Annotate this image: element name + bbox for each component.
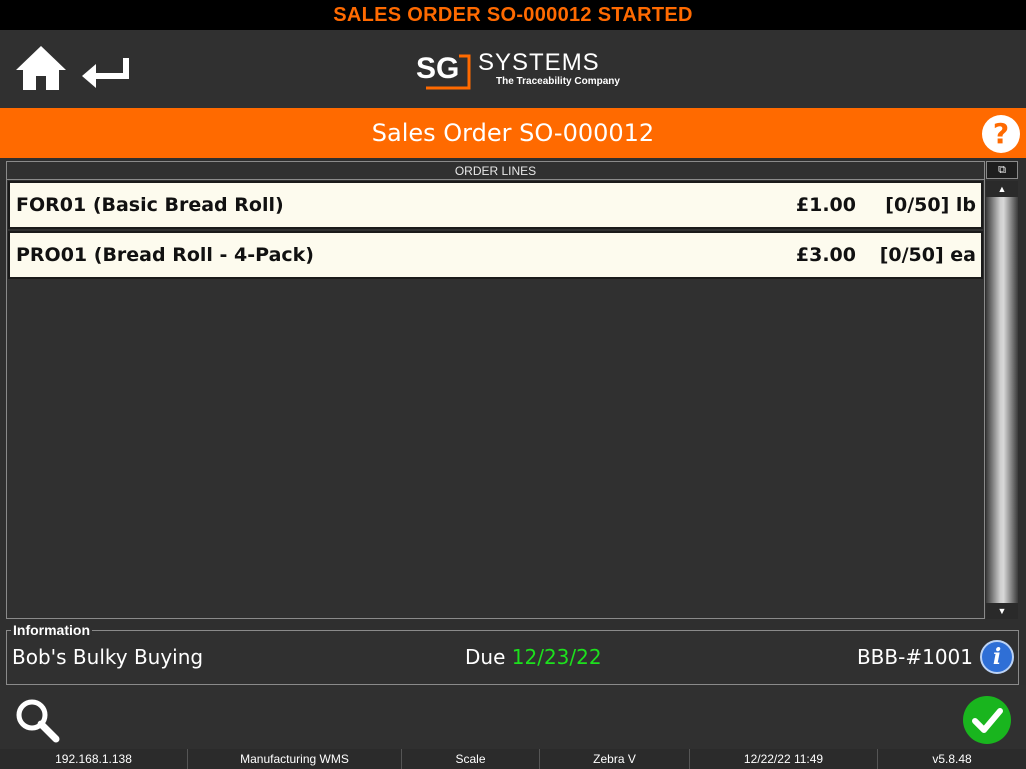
- corner-menu-icon: ⧉: [998, 164, 1006, 176]
- order-reference: BBB-#1001: [856, 645, 973, 669]
- scroll-up-button[interactable]: ▲: [986, 181, 1018, 197]
- title-bar: Sales Order SO-000012: [0, 108, 1026, 158]
- checkmark-icon: [972, 708, 1003, 733]
- logo-name: SYSTEMS: [478, 49, 600, 76]
- footer-printer: Zebra V: [540, 749, 690, 769]
- order-line-qty: [0/50] lb: [885, 194, 976, 216]
- search-icon: [16, 699, 60, 743]
- home-button[interactable]: [14, 44, 68, 92]
- company-logo: SG SYSTEMS The Traceability Company: [414, 46, 624, 94]
- scroll-up-icon: ▲: [997, 184, 1007, 194]
- back-button[interactable]: [80, 52, 132, 92]
- scroll-down-icon: ▼: [997, 606, 1007, 616]
- order-line-item[interactable]: PRO01 (Bread Roll - 4-Pack) £3.00 [0/50]…: [8, 231, 983, 279]
- header-bar: SG SYSTEMS The Traceability Company: [0, 30, 1026, 108]
- home-icon: [16, 46, 66, 90]
- order-lines-panel: ORDER LINES FOR01 (Basic Bread Roll) £1.…: [6, 161, 985, 619]
- footer-app: Manufacturing WMS: [188, 749, 402, 769]
- help-icon: ?: [992, 117, 1010, 150]
- order-line-item[interactable]: FOR01 (Basic Bread Roll) £1.00 [0/50] lb: [8, 181, 983, 229]
- status-banner: SALES ORDER SO-000012 STARTED: [0, 0, 1026, 30]
- main-area: ORDER LINES FOR01 (Basic Bread Roll) £1.…: [0, 158, 1026, 685]
- due-date-field: Due 12/23/22: [465, 645, 602, 669]
- due-date: 12/23/22: [511, 645, 602, 669]
- search-button[interactable]: [14, 697, 60, 743]
- corner-menu-button[interactable]: ⧉: [986, 161, 1018, 179]
- logo-tagline: The Traceability Company: [496, 76, 620, 87]
- footer-device: Scale: [402, 749, 540, 769]
- logo-mark: SG: [416, 52, 459, 85]
- help-button[interactable]: ?: [982, 115, 1020, 153]
- info-button[interactable]: i: [980, 640, 1014, 674]
- page-title: Sales Order SO-000012: [371, 119, 655, 147]
- status-footer: 192.168.1.138 Manufacturing WMS Scale Ze…: [0, 749, 1026, 769]
- confirm-button[interactable]: [963, 696, 1011, 744]
- information-legend: Information: [11, 622, 92, 638]
- footer-ip: 192.168.1.138: [0, 749, 188, 769]
- footer-version: v5.8.48: [878, 749, 1026, 769]
- order-line-qty: [0/50] ea: [879, 244, 976, 266]
- info-icon: i: [992, 644, 1002, 670]
- customer-name: Bob's Bulky Buying: [12, 645, 204, 669]
- vertical-scrollbar[interactable]: ▲ ▼: [986, 181, 1018, 619]
- due-label: Due: [465, 645, 506, 669]
- order-line-price: £1.00: [795, 194, 856, 216]
- bottom-toolbar: [0, 685, 1026, 749]
- order-lines-header: ORDER LINES: [7, 162, 984, 180]
- order-line-name: PRO01 (Bread Roll - 4-Pack): [16, 244, 314, 266]
- information-panel: Information Bob's Bulky Buying Due 12/23…: [6, 622, 1019, 685]
- order-line-name: FOR01 (Basic Bread Roll): [16, 194, 284, 216]
- footer-datetime: 12/22/22 11:49: [690, 749, 878, 769]
- back-arrow-icon: [82, 58, 129, 88]
- scroll-down-button[interactable]: ▼: [986, 603, 1018, 619]
- order-line-price: £3.00: [795, 244, 856, 266]
